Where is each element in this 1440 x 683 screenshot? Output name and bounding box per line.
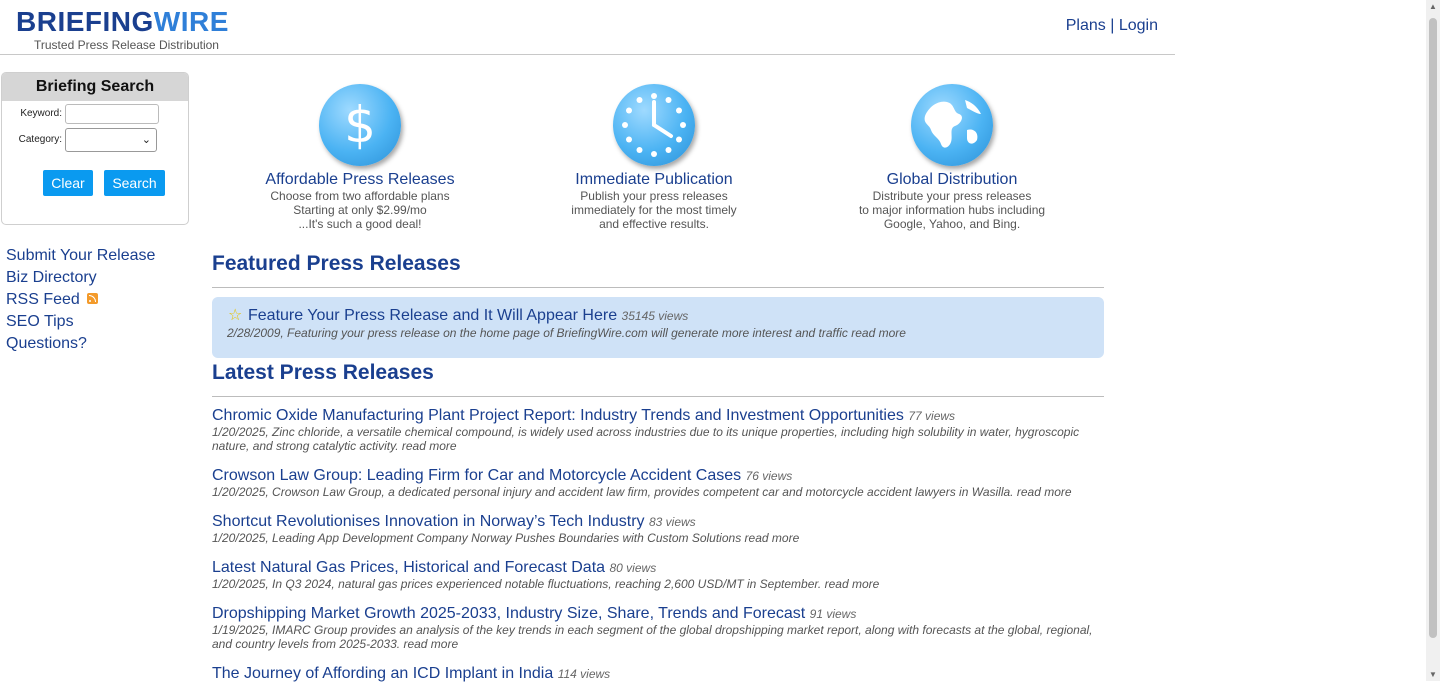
- views-count: 77 views: [908, 409, 956, 423]
- login-link[interactable]: Login: [1119, 17, 1158, 34]
- feature-global: Global Distribution Distribute your pres…: [840, 84, 1064, 231]
- header: BRIEFINGWIRE Trusted Press Release Distr…: [0, 0, 1175, 55]
- release-desc: 1/20/2025, Leading App Development Compa…: [212, 531, 742, 545]
- read-more-link[interactable]: read more: [745, 531, 800, 545]
- release-title-link[interactable]: Shortcut Revolutionises Innovation in No…: [212, 513, 645, 530]
- feature-desc-line: Starting at only $2.99/mo: [293, 203, 427, 217]
- feature-desc-line: Distribute your press releases: [872, 189, 1032, 203]
- views-count: 91 views: [809, 607, 857, 621]
- page-scrollbar[interactable]: ▲ ▼: [1426, 0, 1440, 681]
- feature-desc-line: Publish your press releases: [580, 189, 728, 203]
- release-title-link[interactable]: Crowson Law Group: Leading Firm for Car …: [212, 467, 741, 484]
- feature-desc-line: to major information hubs including: [858, 203, 1046, 217]
- release-desc: 1/20/2025, Crowson Law Group, a dedicate…: [212, 485, 1014, 499]
- release-title-link[interactable]: The Journey of Affording an ICD Implant …: [212, 665, 553, 682]
- release-title-link[interactable]: Latest Natural Gas Prices, Historical an…: [212, 559, 605, 576]
- featured-release-title[interactable]: Feature Your Press Release and It Will A…: [248, 307, 617, 324]
- featured-heading: Featured Press Releases: [212, 252, 461, 275]
- featured-release: ☆ Feature Your Press Release and It Will…: [212, 297, 1104, 358]
- list-item: Chromic Oxide Manufacturing Plant Projec…: [212, 407, 1104, 453]
- dollar-icon: $: [319, 84, 401, 166]
- release-desc: 1/20/2025, Zinc chloride, a versatile ch…: [212, 425, 1080, 453]
- read-more-link[interactable]: read more: [825, 577, 880, 591]
- keyword-label: Keyword:: [20, 108, 62, 119]
- feature-title-link[interactable]: Affordable Press Releases: [265, 171, 454, 188]
- feature-desc-line: Google, Yahoo, and Bing.: [883, 217, 1021, 231]
- list-item: The Journey of Affording an ICD Implant …: [212, 665, 1104, 683]
- feature-immediate: Immediate Publication Publish your press…: [554, 84, 754, 231]
- feature-desc-line: immediately for the most timely: [571, 203, 737, 217]
- views-count: 114 views: [557, 667, 611, 681]
- release-title-link[interactable]: Dropshipping Market Growth 2025-2033, In…: [212, 605, 805, 622]
- scroll-up-icon[interactable]: ▲: [1429, 2, 1437, 11]
- feature-title-link[interactable]: Global Distribution: [887, 171, 1018, 188]
- scroll-down-icon[interactable]: ▼: [1429, 670, 1437, 679]
- category-select[interactable]: ⌄: [65, 128, 157, 152]
- seo-tips-link[interactable]: SEO Tips: [6, 311, 155, 333]
- plans-link[interactable]: Plans: [1066, 17, 1106, 34]
- left-nav: Submit Your Release Biz Directory RSS Fe…: [6, 245, 155, 355]
- divider: [212, 396, 1104, 397]
- top-links: Plans | Login: [1066, 17, 1158, 35]
- release-desc: 1/20/2025, In Q3 2024, natural gas price…: [212, 577, 822, 591]
- read-more-link[interactable]: read more: [851, 326, 906, 340]
- list-item: Dropshipping Market Growth 2025-2033, In…: [212, 605, 1104, 651]
- rss-icon: [87, 293, 99, 305]
- read-more-link[interactable]: read more: [1017, 485, 1072, 499]
- rss-feed-link[interactable]: RSS Feed: [6, 289, 155, 311]
- feature-title-link[interactable]: Immediate Publication: [575, 171, 732, 188]
- read-more-link[interactable]: read more: [403, 637, 458, 651]
- featured-release-desc: 2/28/2009, Featuring your press release …: [227, 326, 848, 340]
- release-desc: 1/19/2025, IMARC Group provides an analy…: [212, 623, 1093, 651]
- feature-desc-line: Choose from two affordable plans: [270, 189, 450, 203]
- list-item: Crowson Law Group: Leading Firm for Car …: [212, 467, 1104, 499]
- views-count: 76 views: [745, 469, 793, 483]
- scrollbar-thumb[interactable]: [1429, 18, 1437, 638]
- clock-icon: [613, 84, 695, 166]
- feature-desc-line: ...It's such a good deal!: [298, 217, 422, 231]
- submit-release-link[interactable]: Submit Your Release: [6, 245, 155, 267]
- logo-part-briefing: BRIEFING: [16, 6, 154, 37]
- list-item: Shortcut Revolutionises Innovation in No…: [212, 513, 1104, 545]
- list-item: Latest Natural Gas Prices, Historical an…: [212, 559, 1104, 591]
- questions-link[interactable]: Questions?: [6, 333, 155, 355]
- globe-icon: [911, 84, 993, 166]
- category-label: Category:: [18, 134, 62, 145]
- rss-feed-label: RSS Feed: [6, 291, 80, 308]
- views-count: 80 views: [609, 561, 657, 575]
- search-button[interactable]: Search: [104, 170, 165, 196]
- tagline: Trusted Press Release Distribution: [34, 38, 219, 52]
- top-links-separator: |: [1110, 17, 1115, 34]
- logo-part-wire: WIRE: [153, 6, 229, 37]
- read-more-link[interactable]: read more: [402, 439, 457, 453]
- chevron-down-icon: ⌄: [141, 134, 151, 146]
- feature-desc-line: and effective results.: [599, 217, 709, 231]
- biz-directory-link[interactable]: Biz Directory: [6, 267, 155, 289]
- svg-text:$: $: [344, 96, 376, 154]
- keyword-input[interactable]: [65, 104, 159, 124]
- divider: [212, 287, 1104, 288]
- latest-heading: Latest Press Releases: [212, 361, 434, 384]
- release-title-link[interactable]: Chromic Oxide Manufacturing Plant Projec…: [212, 407, 904, 424]
- views-count: 83 views: [648, 515, 696, 529]
- views-count: 35145 views: [621, 309, 689, 323]
- search-panel-title: Briefing Search: [2, 73, 188, 101]
- clear-button[interactable]: Clear: [43, 170, 93, 196]
- star-icon: ☆: [228, 307, 243, 324]
- feature-affordable: $ Affordable Press Releases Choose from …: [250, 84, 470, 231]
- logo[interactable]: BRIEFINGWIRE: [16, 7, 229, 37]
